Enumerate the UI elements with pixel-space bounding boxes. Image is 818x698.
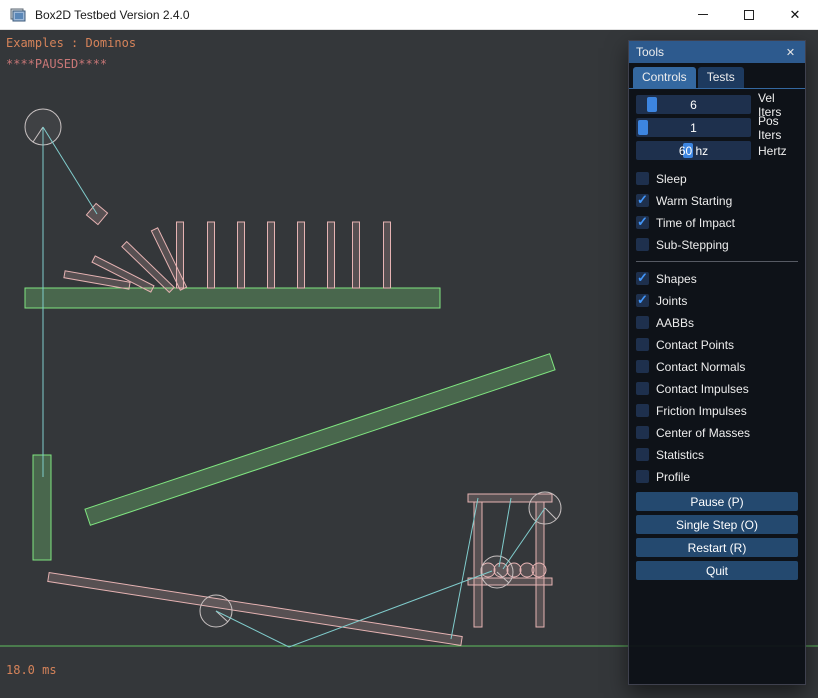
paused-label: ****PAUSED****: [6, 57, 107, 71]
slider-row-pos-iters: 1 Pos Iters: [636, 118, 798, 137]
checkbox-label: Sleep: [656, 172, 687, 186]
checkbox-label: Contact Impulses: [656, 382, 749, 396]
maximize-icon: [744, 10, 754, 20]
check-icon: ✓: [637, 269, 648, 286]
checkbox-label: AABBs: [656, 316, 694, 330]
checkbox-statistics[interactable]: ✓ Statistics: [636, 448, 798, 461]
checkbox-label: Friction Impulses: [656, 404, 747, 418]
checkbox-warm-starting[interactable]: ✓ Warm Starting: [636, 194, 798, 207]
domino[interactable]: [384, 222, 391, 288]
separator: [636, 261, 798, 262]
checkbox-box[interactable]: ✓: [636, 216, 649, 229]
slider-label: Hertz: [758, 144, 787, 158]
tools-panel-title: Tools: [636, 45, 664, 59]
checkbox-box[interactable]: ✓: [636, 172, 649, 185]
slider-label: Pos Iters: [758, 114, 798, 142]
single-step-button[interactable]: Single Step (O): [636, 515, 798, 534]
checkbox-box[interactable]: ✓: [636, 382, 649, 395]
small-ball[interactable]: [532, 563, 546, 577]
window-titlebar[interactable]: Box2D Testbed Version 2.4.0 ✕: [0, 0, 818, 30]
checkbox-label: Shapes: [656, 272, 697, 286]
checkbox-label: Profile: [656, 470, 690, 484]
checkbox-profile[interactable]: ✓ Profile: [636, 470, 798, 483]
slider-value: 1: [636, 118, 751, 137]
checkbox-box[interactable]: ✓: [636, 316, 649, 329]
frame-time-label: 18.0 ms: [6, 663, 57, 677]
domino[interactable]: [298, 222, 305, 288]
checkbox-box[interactable]: ✓: [636, 338, 649, 351]
checkbox-label: Joints: [656, 294, 687, 308]
checkbox-label: Statistics: [656, 448, 704, 462]
tilted-plank[interactable]: [48, 573, 462, 646]
domino[interactable]: [328, 222, 335, 288]
checkbox-box[interactable]: ✓: [636, 404, 649, 417]
slider-value: 6: [636, 95, 751, 114]
domino[interactable]: [353, 222, 360, 288]
window-controls: ✕: [680, 0, 818, 29]
minimize-button[interactable]: [680, 0, 726, 29]
checkbox-joints[interactable]: ✓ Joints: [636, 294, 798, 307]
checkbox-box[interactable]: ✓: [636, 448, 649, 461]
domino[interactable]: [208, 222, 215, 288]
tools-panel: Tools ✕ Controls Tests 6 Vel Iters 1 Pos…: [628, 40, 806, 685]
checkbox-sleep[interactable]: ✓ Sleep: [636, 172, 798, 185]
checkbox-box[interactable]: ✓: [636, 272, 649, 285]
domino[interactable]: [268, 222, 275, 288]
pause-button[interactable]: Pause (P): [636, 492, 798, 511]
checkbox-friction-impulses[interactable]: ✓ Friction Impulses: [636, 404, 798, 417]
frame-left-post[interactable]: [474, 502, 482, 627]
checkbox-sub-stepping[interactable]: ✓ Sub-Stepping: [636, 238, 798, 251]
vertical-plank: [33, 455, 51, 560]
checkbox-box[interactable]: ✓: [636, 360, 649, 373]
checkbox-shapes[interactable]: ✓ Shapes: [636, 272, 798, 285]
checkbox-aabbs[interactable]: ✓ AABBs: [636, 316, 798, 329]
platform-shelf: [25, 288, 440, 308]
checkbox-label: Contact Points: [656, 338, 734, 352]
restart-button[interactable]: Restart (R): [636, 538, 798, 557]
vel-iters-slider[interactable]: 6: [636, 95, 751, 114]
joint-line: [499, 498, 511, 567]
check-icon: ✓: [637, 213, 648, 230]
checkbox-box[interactable]: ✓: [636, 426, 649, 439]
panel-close-button[interactable]: ✕: [783, 45, 798, 60]
tab-controls[interactable]: Controls: [633, 67, 696, 88]
app-icon: [10, 7, 26, 23]
checkbox-contact-points[interactable]: ✓ Contact Points: [636, 338, 798, 351]
close-icon: ✕: [790, 7, 801, 23]
panel-content: 6 Vel Iters 1 Pos Iters 60 hz Hertz ✓ Sl…: [629, 89, 805, 684]
pos-iters-slider[interactable]: 1: [636, 118, 751, 137]
tab-bar: Controls Tests: [629, 63, 805, 89]
tools-panel-titlebar[interactable]: Tools ✕: [629, 41, 805, 63]
checkbox-label: Center of Masses: [656, 426, 750, 440]
window-title: Box2D Testbed Version 2.4.0: [35, 8, 190, 22]
checkbox-contact-impulses[interactable]: ✓ Contact Impulses: [636, 382, 798, 395]
quit-button[interactable]: Quit: [636, 561, 798, 580]
checkbox-box[interactable]: ✓: [636, 238, 649, 251]
maximize-button[interactable]: [726, 0, 772, 29]
domino[interactable]: [177, 222, 184, 288]
checkbox-time-of-impact[interactable]: ✓ Time of Impact: [636, 216, 798, 229]
checkbox-center-of-masses[interactable]: ✓ Center of Masses: [636, 426, 798, 439]
domino[interactable]: [238, 222, 245, 288]
checkbox-label: Warm Starting: [656, 194, 732, 208]
checkbox-box[interactable]: ✓: [636, 194, 649, 207]
slider-row-vel-iters: 6 Vel Iters: [636, 95, 798, 114]
minimize-icon: [698, 14, 708, 15]
check-icon: ✓: [637, 191, 648, 208]
example-label: Examples : Dominos: [6, 36, 136, 50]
checkbox-contact-normals[interactable]: ✓ Contact Normals: [636, 360, 798, 373]
slider-value: 60 hz: [636, 141, 751, 160]
checkbox-box[interactable]: ✓: [636, 294, 649, 307]
slider-row-hertz: 60 hz Hertz: [636, 141, 798, 160]
checkbox-box[interactable]: ✓: [636, 470, 649, 483]
checkbox-label: Sub-Stepping: [656, 238, 729, 252]
close-button[interactable]: ✕: [772, 0, 818, 29]
checkbox-label: Time of Impact: [656, 216, 735, 230]
check-icon: ✓: [637, 291, 648, 308]
hertz-slider[interactable]: 60 hz: [636, 141, 751, 160]
tab-tests[interactable]: Tests: [698, 67, 744, 88]
joint-line: [43, 127, 97, 214]
checkbox-label: Contact Normals: [656, 360, 745, 374]
